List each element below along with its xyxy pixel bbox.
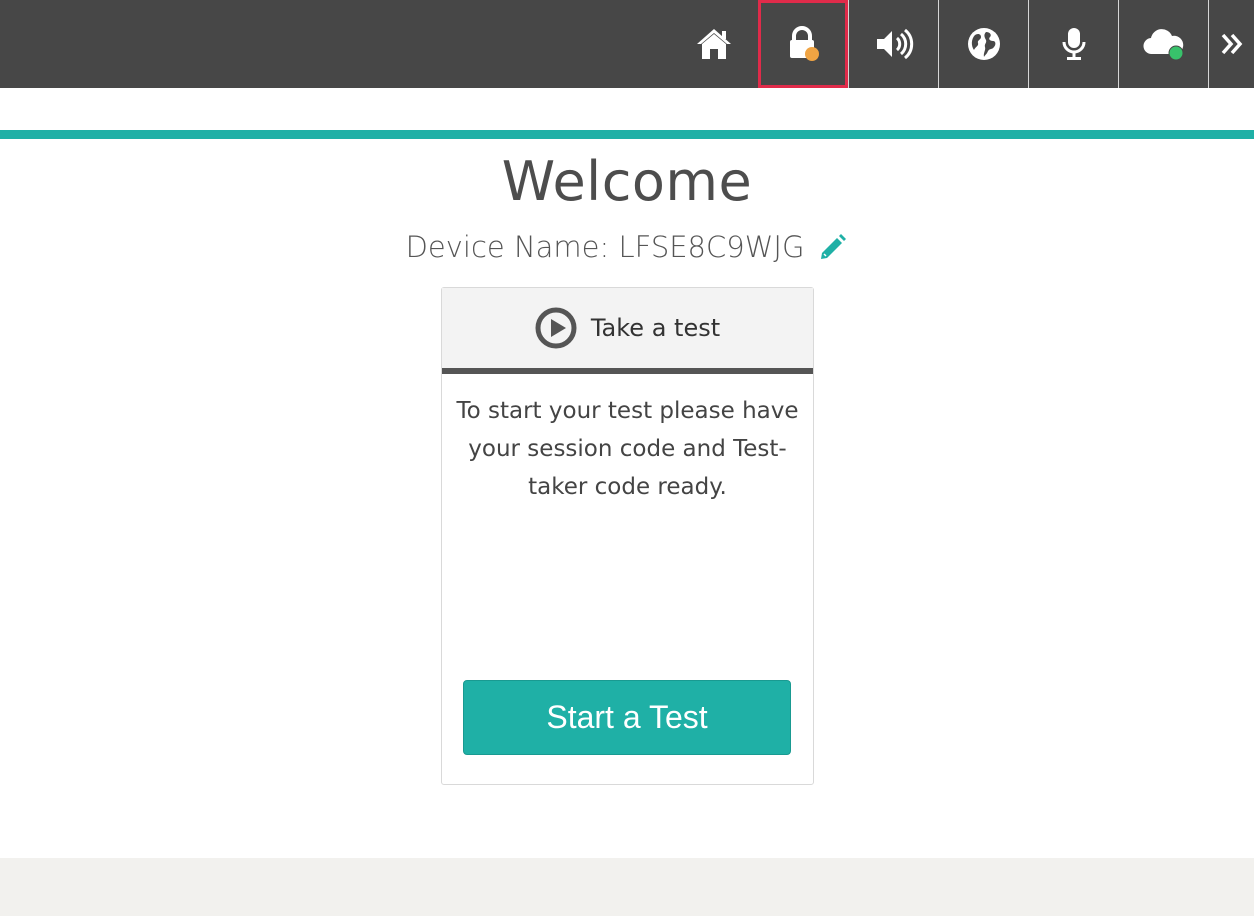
page-footer: [0, 858, 1254, 916]
card-title: Take a test: [590, 314, 721, 342]
microphone-button[interactable]: [1028, 0, 1118, 88]
edit-device-name-button[interactable]: [818, 232, 848, 262]
pencil-icon: [821, 234, 847, 259]
cloud-button[interactable]: [1118, 0, 1208, 88]
volume-icon: [876, 28, 913, 60]
take-test-card: Take a test To start your test please ha…: [441, 287, 814, 785]
home-icon: [697, 29, 731, 59]
lock-status-dot: [805, 47, 819, 61]
card-header: Take a test: [442, 288, 813, 374]
cloud-status-dot: [1168, 45, 1183, 61]
language-button[interactable]: [938, 0, 1028, 88]
top-toolbar: [0, 0, 1254, 88]
device-name-row: Device Name: LFSE8C9WJG: [0, 230, 1254, 264]
accent-divider: [0, 130, 1254, 139]
double-chevron-right-icon: [1221, 33, 1242, 55]
cloud-icon: [1142, 29, 1183, 61]
microphone-icon: [1062, 28, 1085, 60]
home-button[interactable]: [670, 0, 758, 88]
device-name-label: Device Name: LFSE8C9WJG: [405, 230, 805, 264]
globe-icon: [967, 28, 1000, 60]
card-instructions: To start your test please have your sess…: [456, 398, 799, 500]
volume-button[interactable]: [848, 0, 938, 88]
start-test-button[interactable]: Start a Test: [463, 680, 791, 755]
more-button[interactable]: [1208, 0, 1254, 88]
page-title: Welcome: [501, 150, 753, 213]
lock-icon: [790, 26, 819, 61]
play-circle-icon: [535, 307, 577, 349]
lock-button[interactable]: [758, 0, 848, 88]
